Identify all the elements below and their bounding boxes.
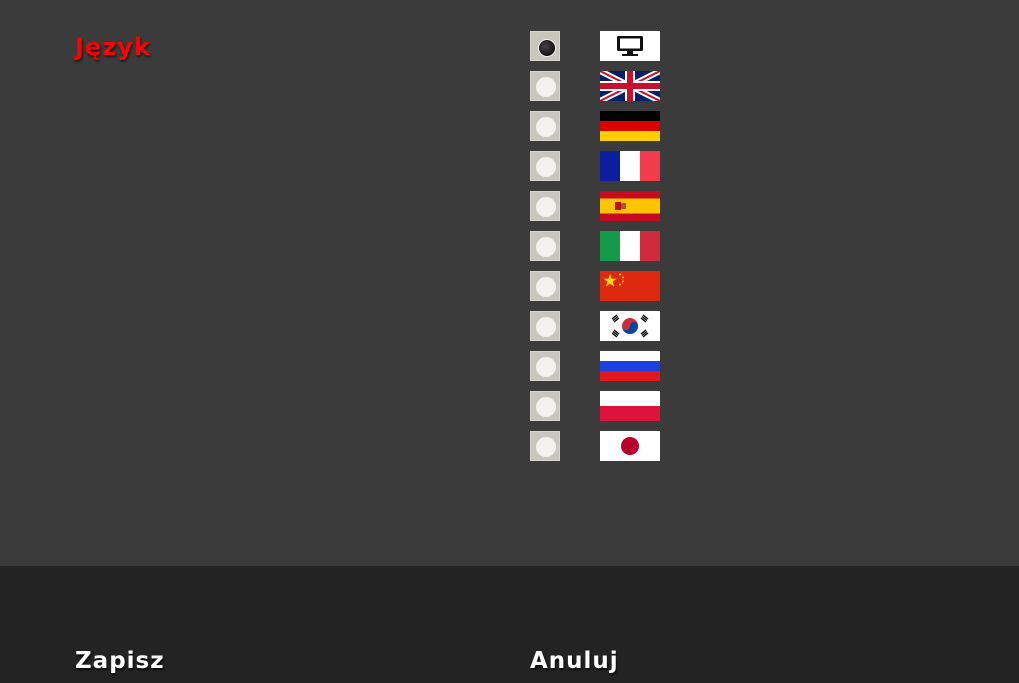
language-option-italian[interactable] [530, 231, 670, 263]
language-radio[interactable] [530, 391, 560, 421]
language-radio[interactable] [530, 71, 560, 101]
flag-south-korea-icon [600, 311, 660, 341]
flag-china-icon [600, 271, 660, 301]
footer-bar: Zapisz Anuluj [0, 566, 1019, 683]
language-option-system[interactable] [530, 31, 670, 63]
language-option-polish[interactable] [530, 391, 670, 423]
language-option-korean[interactable] [530, 311, 670, 343]
page-title: Język [75, 33, 151, 61]
language-radio[interactable] [530, 191, 560, 221]
language-radio[interactable] [530, 351, 560, 381]
save-button[interactable]: Zapisz [75, 648, 165, 674]
monitor-icon [600, 31, 660, 61]
language-option-chinese[interactable] [530, 271, 670, 303]
cancel-button[interactable]: Anuluj [530, 648, 619, 674]
settings-panel: Język [0, 0, 1019, 566]
language-radio[interactable] [530, 151, 560, 181]
language-option-german[interactable] [530, 111, 670, 143]
language-radio[interactable] [530, 111, 560, 141]
language-radio[interactable] [530, 31, 560, 61]
language-radio[interactable] [530, 271, 560, 301]
language-option-spanish[interactable] [530, 191, 670, 223]
flag-italy-icon [600, 231, 660, 261]
flag-russia-icon [600, 351, 660, 381]
flag-poland-icon [600, 391, 660, 421]
flag-uk-icon [600, 71, 660, 101]
language-option-russian[interactable] [530, 351, 670, 383]
language-option-french[interactable] [530, 151, 670, 183]
language-radio[interactable] [530, 231, 560, 261]
flag-france-icon [600, 151, 660, 181]
language-option-english[interactable] [530, 71, 670, 103]
flag-germany-icon [600, 111, 660, 141]
language-radio[interactable] [530, 431, 560, 461]
flag-spain-icon [600, 191, 660, 221]
language-radio[interactable] [530, 311, 560, 341]
language-option-japanese[interactable] [530, 431, 670, 463]
flag-japan-icon [600, 431, 660, 461]
